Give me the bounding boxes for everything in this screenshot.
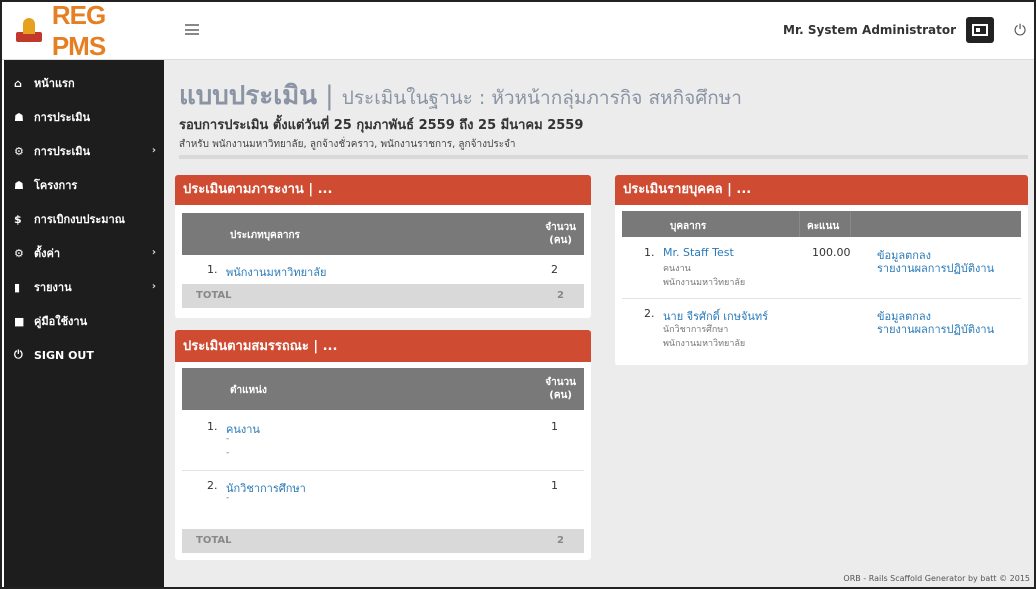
column-header: บุคลากร [670,221,707,232]
table-header: ตำแหน่ง จำนวน (คน) [182,368,584,410]
row-count: 2 [551,263,558,276]
person-position: คนงาน [663,264,691,274]
evaluation-round: รอบการประเมิน ตั้งแต่วันที่ 25 กุมภาพันธ… [179,118,584,133]
column-header: จำนวน (คน) [545,377,576,401]
cogs-icon: ⚙ [14,246,24,260]
total-row: TOTAL 2 [182,284,584,308]
page-title: แบบประเมิน | ประเมินในฐานะ : หัวหน้ากลุ่มภ… [179,75,742,116]
dollar-icon: $ [14,212,22,226]
column-header: จำนวน (คน) [545,222,576,246]
sidebar-item-label: การประเมิน [34,111,91,124]
sidebar-item-label: รายงาน [34,281,72,294]
title-separator: | [325,81,334,111]
row-link[interactable]: คนงาน [226,420,260,438]
row-number: 1. [207,420,218,433]
logo-icon [16,18,42,44]
sidebar-item-projects[interactable]: ☗ โครงการ [4,168,164,202]
logo[interactable]: REG PMS [4,2,164,61]
total-label: TOTAL [196,290,232,301]
row-number: 2. [644,307,655,320]
power-icon: ⏻ [14,348,23,361]
row-link[interactable]: นักวิชาการศึกษา [226,479,306,497]
table-row: 1. Mr. Staff Test คนงาน พนักงานมหาวิทยาล… [622,246,1021,292]
row-link[interactable]: พนักงานมหาวิทยาลัย [226,263,326,281]
total-row: TOTAL 2 [182,529,584,553]
row-detail: - [226,448,230,458]
column-header: ตำแหน่ง [230,385,267,396]
person-type: พนักงานมหาวิทยาลัย [663,278,746,288]
sidebar-item-label: ตั้งค่า [34,247,61,260]
sidebar-item-label: การประเมิน [34,145,91,158]
row-number: 1. [207,263,218,276]
power-icon[interactable]: ⏻ [1010,20,1030,40]
chevron-right-icon: › [151,145,156,156]
row-count: 1 [551,420,558,433]
total-value: 2 [557,290,564,301]
workload-panel: ประเมินตามภาระงาน | ... ประเภทบุคลากร จำ… [175,175,591,318]
total-label: TOTAL [196,535,232,546]
sidebar-item-budget[interactable]: $ การเบิกงบประมาณ [4,202,164,236]
footer-credit: ORB - Rails Scaffold Generator by batt ©… [843,574,1030,583]
sidebar-item-evaluation-settings[interactable]: ⚙ การประเมิน › [4,134,164,168]
menu-toggle-icon[interactable] [185,24,199,35]
page-subtitle: ประเมินในฐานะ : หัวหน้ากลุ่มภารกิจ สหกิจ… [341,87,742,109]
row-number: 2. [207,479,218,492]
person-score: 100.00 [812,246,851,259]
sidebar-item-label: หน้าแรก [34,77,75,90]
page-title-text: แบบประเมิน [179,81,317,111]
person-position: นักวิชาการศึกษา [663,325,729,335]
workload-panel-title[interactable]: ประเมินตามภาระงาน | ... [175,175,591,205]
bar-chart-icon: ▮ [14,280,21,294]
competency-panel-title[interactable]: ประเมินตามสมรรถณะ | ... [175,330,591,362]
top-navbar: REG PMS Mr. System Administrator ⏻ [2,2,1034,61]
performance-report-link[interactable]: รายงานผลการปฏิบัติงาน [877,320,994,338]
divider [179,155,1028,159]
home-icon: ⌂ [14,76,22,90]
logo-text: REG PMS [51,0,106,61]
row-detail: - [226,493,230,503]
performance-report-link[interactable]: รายงานผลการปฏิบัติงาน [877,259,994,277]
sidebar-item-evaluation[interactable]: ☗ การประเมิน [4,100,164,134]
individual-panel-title[interactable]: ประเมินรายบุคคล | ... [615,175,1028,205]
sidebar-item-reports[interactable]: ▮ รายงาน › [4,270,164,304]
sidebar-item-sign-out[interactable]: ⏻ SIGN OUT [4,338,164,372]
users-icon: ☗ [14,178,24,192]
sidebar: ⌂ หน้าแรก ☗ การประเมิน ⚙ การประเมิน › ☗ … [4,60,164,587]
column-header: ประเภทบุคลากร [230,230,300,241]
competency-panel: ประเมินตามสมรรถณะ | ... ตำแหน่ง จำนวน (คน… [175,330,591,560]
chevron-right-icon: › [151,281,156,292]
table-header: บุคลากร คะแนน [622,211,1021,237]
row-detail: - [226,434,230,444]
person-link[interactable]: Mr. Staff Test [663,246,734,259]
person-type: พนักงานมหาวิทยาลัย [663,339,746,349]
row-divider [622,298,1021,299]
book-icon: ■ [14,314,25,328]
row-number: 1. [644,246,655,259]
table-row: 2. นาย จีรศักดิ์ เกษจันทร์ นักวิชาการศึก… [622,307,1021,353]
sidebar-item-home[interactable]: ⌂ หน้าแรก [4,66,164,100]
individual-panel: ประเมินรายบุคคล | ... บุคลากร คะแนน 1. M… [615,175,1028,365]
app-window: REG PMS Mr. System Administrator ⏻ ⌂ หน้… [0,0,1036,589]
table-row: 1. คนงาน - - 1 [182,420,584,468]
user-name[interactable]: Mr. System Administrator [783,23,956,37]
row-divider [182,470,584,471]
chevron-right-icon: › [151,247,156,258]
cogs-icon: ⚙ [14,144,24,158]
table-row: 2. นักวิชาการศึกษา - 1 [182,479,584,511]
main-content: แบบประเมิน | ประเมินในฐานะ : หัวหน้ากลุ่มภ… [164,60,1034,587]
sidebar-item-label: คู่มือใช้งาน [34,315,88,328]
sidebar-item-label: โครงการ [34,179,78,192]
evaluation-target: สำหรับ พนักงานมหาวิทยาลัย, ลูกจ้างชั่วคร… [179,139,516,150]
row-count: 1 [551,479,558,492]
column-header: คะแนน [807,221,840,232]
users-icon: ☗ [14,110,24,124]
total-value: 2 [557,535,564,546]
table-header: ประเภทบุคลากร จำนวน (คน) [182,213,584,255]
sidebar-item-label: การเบิกงบประมาณ [34,213,125,226]
sidebar-item-label: SIGN OUT [34,348,94,362]
id-card-icon[interactable] [966,17,994,43]
sidebar-item-manual[interactable]: ■ คู่มือใช้งาน [4,304,164,338]
sidebar-item-settings[interactable]: ⚙ ตั้งค่า › [4,236,164,270]
